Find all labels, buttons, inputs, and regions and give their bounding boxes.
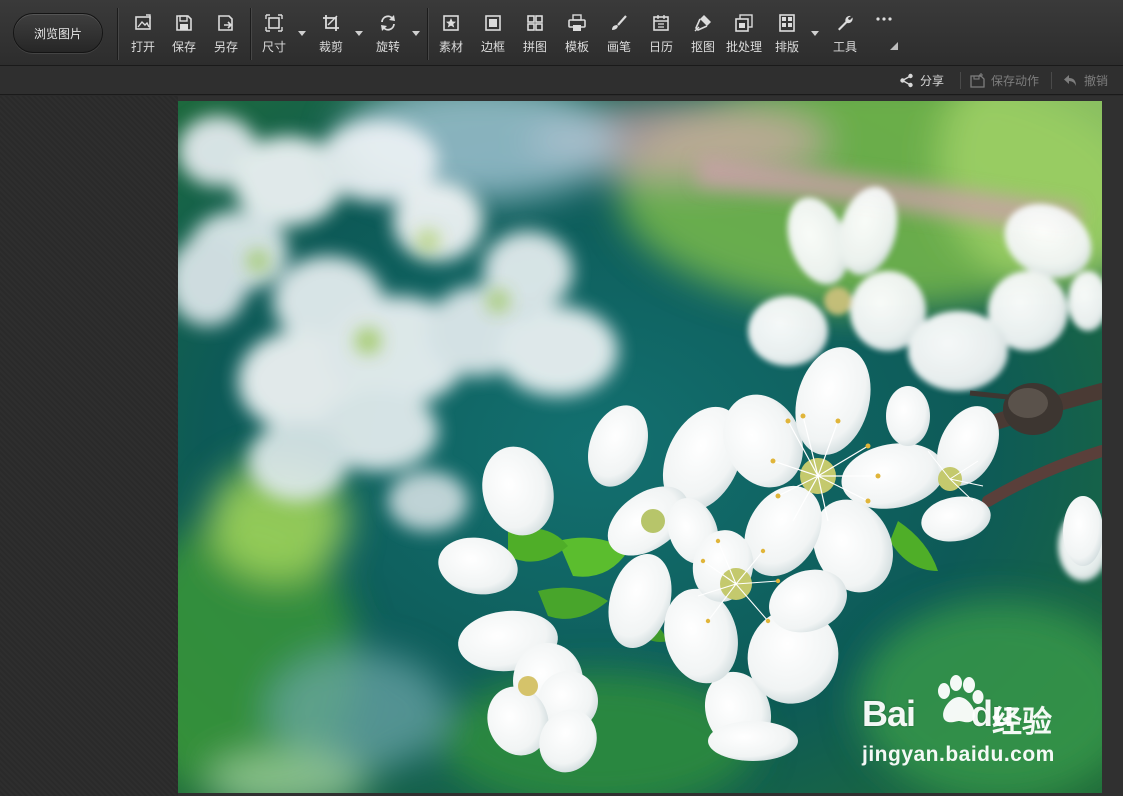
share-label: 分享	[920, 73, 945, 88]
toolbar-separator	[427, 8, 428, 60]
material-star-icon	[443, 15, 459, 31]
baidu-paw-logo-icon	[938, 675, 984, 723]
open-button[interactable]: 打开	[123, 14, 163, 58]
material-label: 素材	[438, 40, 463, 54]
caret-down-icon	[355, 30, 363, 36]
collage-label: 拼图	[522, 40, 547, 54]
layout-label: 排版	[774, 40, 799, 54]
secondary-toolbar: 分享 保存动作 撤销	[0, 66, 1123, 95]
rotate-dropdown-arrow[interactable]	[411, 28, 421, 38]
template-label: 模板	[564, 40, 589, 54]
left-panel	[0, 96, 178, 796]
size-dropdown-arrow[interactable]	[297, 28, 307, 38]
calendar-button[interactable]: 日历	[641, 14, 681, 58]
caret-down-icon	[811, 30, 819, 36]
undo-label: 撤销	[1084, 73, 1109, 88]
subbar-separator	[960, 72, 961, 89]
crop-label: 裁剪	[318, 40, 343, 54]
crop-button[interactable]: 裁剪	[311, 14, 351, 58]
save-icon	[176, 15, 192, 31]
open-label: 打开	[130, 40, 155, 54]
toolbar-separator	[117, 8, 118, 60]
tools-label: 工具	[832, 40, 857, 54]
rotate-label: 旋转	[375, 40, 400, 54]
rotate-icon	[381, 15, 395, 31]
layout-dropdown-arrow[interactable]	[810, 28, 820, 38]
calendar-label: 日历	[648, 40, 673, 54]
cutout-button[interactable]: 抠图	[683, 14, 723, 58]
tools-button[interactable]: 工具	[825, 14, 865, 58]
save-action-icon	[970, 72, 985, 88]
layout-icon	[779, 14, 795, 32]
save-button[interactable]: 保存	[164, 14, 204, 58]
border-frame-icon	[485, 15, 501, 31]
brush-icon	[612, 15, 627, 30]
save-as-icon	[218, 15, 233, 31]
baidu-jingyan-watermark: Bai du 经验 jingyan.baidu.com	[862, 675, 1072, 775]
caret-down-icon	[298, 30, 306, 36]
save-as-label: 另存	[213, 40, 238, 54]
batch-button[interactable]: 批处理	[724, 14, 764, 58]
main-toolbar: 浏览图片 打开 保存 另存 尺寸 裁剪 旋转 素材 边框 拼图 模板 画笔 日历…	[0, 0, 1123, 66]
calendar-icon	[653, 15, 669, 31]
undo-arrow-icon	[1064, 74, 1076, 86]
cutout-label: 抠图	[690, 40, 715, 54]
rotate-button[interactable]: 旋转	[368, 14, 408, 58]
material-button[interactable]: 素材	[431, 14, 471, 58]
save-action-button[interactable]: 保存动作	[970, 71, 1039, 89]
resize-icon	[265, 14, 283, 32]
undo-button[interactable]: 撤销	[1063, 71, 1108, 89]
watermark-jingyan: 经验	[992, 705, 1052, 740]
expand-corner-icon[interactable]	[890, 42, 898, 50]
layout-button[interactable]: 排版	[767, 14, 807, 58]
share-icon	[900, 73, 913, 87]
size-label: 尺寸	[261, 40, 286, 54]
caret-down-icon	[412, 30, 420, 36]
batch-icon	[735, 14, 753, 32]
watermark-url: jingyan.baidu.com	[862, 743, 1055, 766]
pen-cutout-icon	[694, 15, 711, 32]
brush-label: 画笔	[606, 40, 631, 54]
subbar-separator	[1051, 72, 1052, 89]
toolbar-separator	[250, 8, 251, 60]
batch-label: 批处理	[725, 40, 762, 54]
collage-grid-icon	[527, 15, 543, 31]
watermark-brand-prefix: Bai	[862, 693, 916, 734]
brush-button[interactable]: 画笔	[599, 14, 639, 58]
template-button[interactable]: 模板	[557, 14, 597, 58]
browse-images-button[interactable]: 浏览图片	[13, 13, 103, 53]
open-image-icon	[135, 14, 151, 30]
more-dots-icon	[876, 17, 892, 21]
crop-icon	[323, 15, 339, 31]
size-button[interactable]: 尺寸	[254, 14, 294, 58]
more-button[interactable]	[864, 10, 904, 34]
wrench-icon	[838, 15, 853, 31]
crop-dropdown-arrow[interactable]	[354, 28, 364, 38]
border-button[interactable]: 边框	[473, 14, 513, 58]
save-as-button[interactable]: 另存	[206, 14, 246, 58]
share-button[interactable]: 分享	[899, 71, 944, 89]
template-printer-icon	[568, 14, 586, 31]
collage-button[interactable]: 拼图	[515, 14, 555, 58]
save-label: 保存	[171, 40, 196, 54]
border-label: 边框	[480, 40, 505, 54]
save-action-label: 保存动作	[991, 73, 1040, 88]
